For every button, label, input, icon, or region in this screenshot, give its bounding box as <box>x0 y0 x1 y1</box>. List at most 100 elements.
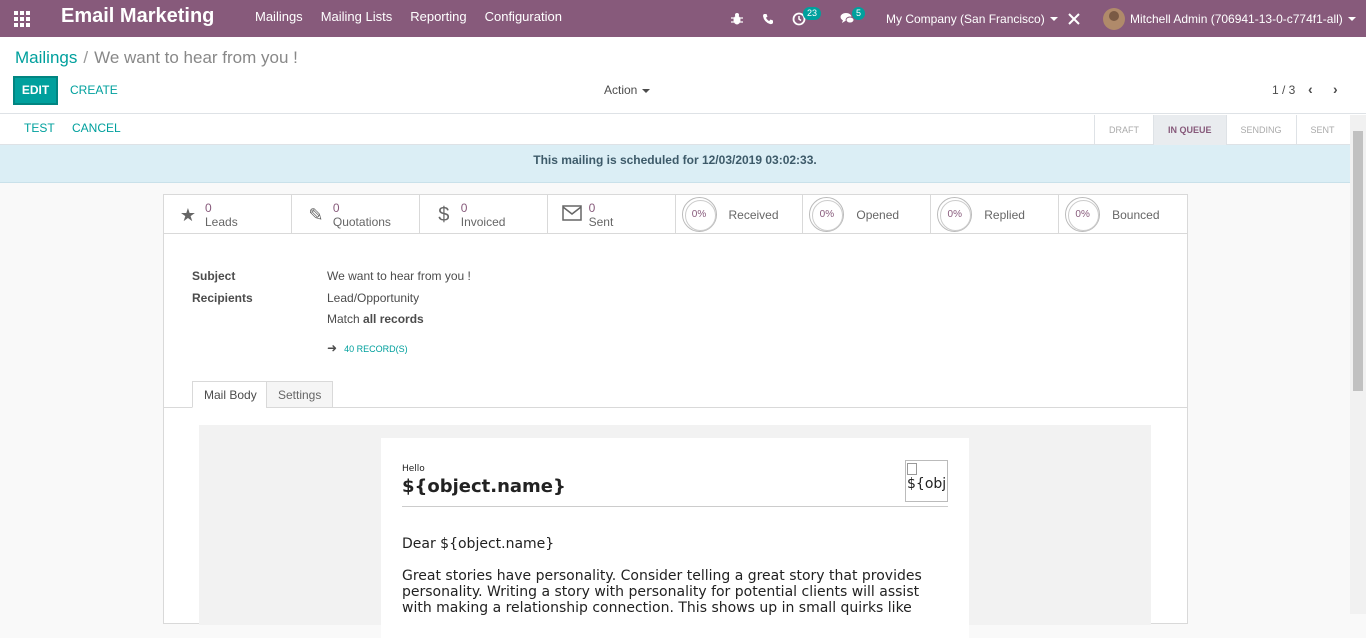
stat-quotations[interactable]: ✎ 0 Quotations <box>292 195 420 234</box>
mail-body-editor[interactable]: Hello ${object.name} ${obj Dear ${object… <box>199 425 1151 638</box>
activities-clock-icon[interactable]: 23 <box>792 0 824 37</box>
percent-gauge: 0% <box>1065 197 1101 232</box>
chevron-right-icon[interactable]: › <box>1333 81 1338 97</box>
image-alt-text: ${obj <box>907 476 947 492</box>
stat-sent[interactable]: 0 Sent <box>548 195 676 234</box>
subject-value: We want to hear from you ! <box>327 269 471 283</box>
mail-title: ${object.name} <box>402 476 566 497</box>
action-label: Action <box>604 83 638 97</box>
debug-bug-icon[interactable] <box>730 0 744 37</box>
stage-in-queue[interactable]: IN QUEUE <box>1153 115 1226 145</box>
stat-bounced[interactable]: 0% Bounced <box>1059 195 1187 234</box>
close-wrench-icon[interactable] <box>1068 0 1080 37</box>
caret-down-icon <box>1049 16 1058 21</box>
tab-settings[interactable]: Settings <box>266 381 334 408</box>
dollar-icon: $ <box>438 204 450 226</box>
stat-label: Quotations <box>332 215 391 229</box>
gauge-label: Replied <box>984 208 1025 222</box>
stage-sent[interactable]: SENT <box>1295 115 1349 145</box>
scrollbar-thumb[interactable] <box>1353 131 1363 391</box>
user-menu[interactable]: Mitchell Admin (706941-13-0-c774f1-all) <box>1103 0 1356 37</box>
pencil-icon: ✎ <box>308 205 324 225</box>
create-button[interactable]: CREATE <box>70 83 118 97</box>
match-domain: Match all records <box>327 312 424 326</box>
message-count-badge: 5 <box>852 7 866 20</box>
activity-count-badge: 23 <box>803 7 822 20</box>
percent-gauge: 0% <box>681 197 717 232</box>
menu-item-reporting[interactable]: Reporting <box>410 9 466 24</box>
app-title[interactable]: Email Marketing <box>61 5 214 28</box>
edit-button[interactable]: EDIT <box>13 76 58 105</box>
action-dropdown[interactable]: Action <box>604 83 651 97</box>
user-name: Mitchell Admin (706941-13-0-c774f1-all) <box>1130 11 1343 26</box>
menu-item-mailing-lists[interactable]: Mailing Lists <box>321 9 393 24</box>
stat-label: Invoiced <box>460 215 506 229</box>
main-menu: Mailings Mailing Lists Reporting Configu… <box>255 9 580 24</box>
recipients-label: Recipients <box>192 291 253 305</box>
caret-down-icon <box>1347 16 1356 21</box>
star-icon: ★ <box>179 205 197 225</box>
apps-menu-icon[interactable] <box>14 11 31 27</box>
form-sheet: ★ 0 Leads ✎ 0 Quotations $ 0 Invoiced 0 … <box>163 194 1188 638</box>
pager-value[interactable]: 1 / 3 <box>1272 83 1295 97</box>
stat-opened[interactable]: 0% Opened <box>803 195 932 234</box>
stat-invoiced[interactable]: $ 0 Invoiced <box>420 195 548 234</box>
user-avatar <box>1103 7 1125 30</box>
envelope-icon <box>561 205 582 225</box>
schedule-alert: This mailing is scheduled for 12/03/2019… <box>0 145 1350 183</box>
messages-chat-icon[interactable]: 5 <box>840 0 868 37</box>
records-count: 40 RECORD(S) <box>344 344 408 354</box>
stat-received[interactable]: 0% Received <box>676 195 804 234</box>
top-navbar: Email Marketing Mailings Mailing Lists R… <box>0 0 1366 37</box>
subject-label: Subject <box>192 269 236 283</box>
stage-draft[interactable]: DRAFT <box>1094 115 1153 145</box>
mail-content[interactable]: Hello ${object.name} ${obj Dear ${object… <box>381 438 969 638</box>
gauge-value: 0% <box>691 209 707 220</box>
stat-label: Leads <box>205 215 238 229</box>
tab-mail-body[interactable]: Mail Body <box>192 381 269 408</box>
stage-sending[interactable]: SENDING <box>1225 115 1296 145</box>
stat-value: 0 <box>460 201 468 215</box>
arrow-right-icon: ➜ <box>327 341 338 355</box>
company-switcher[interactable]: My Company (San Francisco) <box>886 0 1058 37</box>
breadcrumb-current: We want to hear from you ! <box>94 48 298 67</box>
mail-greeting: Dear ${object.name} <box>402 536 555 552</box>
menu-item-configuration[interactable]: Configuration <box>485 9 562 24</box>
percent-gauge: 0% <box>809 197 845 232</box>
company-name: My Company (San Francisco) <box>886 11 1045 26</box>
phone-icon[interactable] <box>762 0 774 37</box>
caret-down-icon <box>642 88 651 93</box>
stat-value: 0 <box>588 201 596 215</box>
stat-value: 0 <box>205 201 212 215</box>
match-value: all records <box>363 312 424 326</box>
percent-gauge: 0% <box>937 197 973 232</box>
broken-image-icon: ${obj <box>905 460 948 502</box>
menu-item-mailings[interactable]: Mailings <box>255 9 303 24</box>
recipients-value: Lead/Opportunity <box>327 291 420 305</box>
stat-label: Sent <box>588 215 614 229</box>
gauge-value: 0% <box>1075 209 1090 220</box>
gauge-label: Bounced <box>1112 208 1160 222</box>
chevron-left-icon[interactable]: ‹ <box>1308 81 1313 97</box>
gauge-label: Opened <box>856 208 900 222</box>
gauge-value: 0% <box>947 209 962 220</box>
breadcrumb-separator: / <box>83 48 89 67</box>
gauge-value: 0% <box>819 209 835 220</box>
stat-leads[interactable]: ★ 0 Leads <box>164 195 292 234</box>
divider <box>0 113 1366 114</box>
match-prefix: Match <box>327 312 360 326</box>
cancel-button[interactable]: CANCEL <box>72 121 121 135</box>
mail-hello: Hello <box>402 464 425 474</box>
breadcrumb: Mailings / We want to hear from you ! <box>15 48 298 68</box>
mail-divider <box>402 506 948 507</box>
test-button[interactable]: TEST <box>24 121 55 135</box>
breadcrumb-parent[interactable]: Mailings <box>15 48 77 67</box>
gauge-label: Received <box>728 208 779 222</box>
vertical-scrollbar[interactable] <box>1350 115 1366 614</box>
records-button[interactable]: ➜ 40 RECORD(S) <box>327 341 408 355</box>
stat-replied[interactable]: 0% Replied <box>931 195 1060 234</box>
stat-value: 0 <box>332 201 340 215</box>
stat-buttons: ★ 0 Leads ✎ 0 Quotations $ 0 Invoiced 0 … <box>164 195 1187 234</box>
status-bar: DRAFT IN QUEUE SENDING SENT <box>1094 115 1349 145</box>
mail-paragraph: Great stories have personality. Consider… <box>402 568 922 616</box>
